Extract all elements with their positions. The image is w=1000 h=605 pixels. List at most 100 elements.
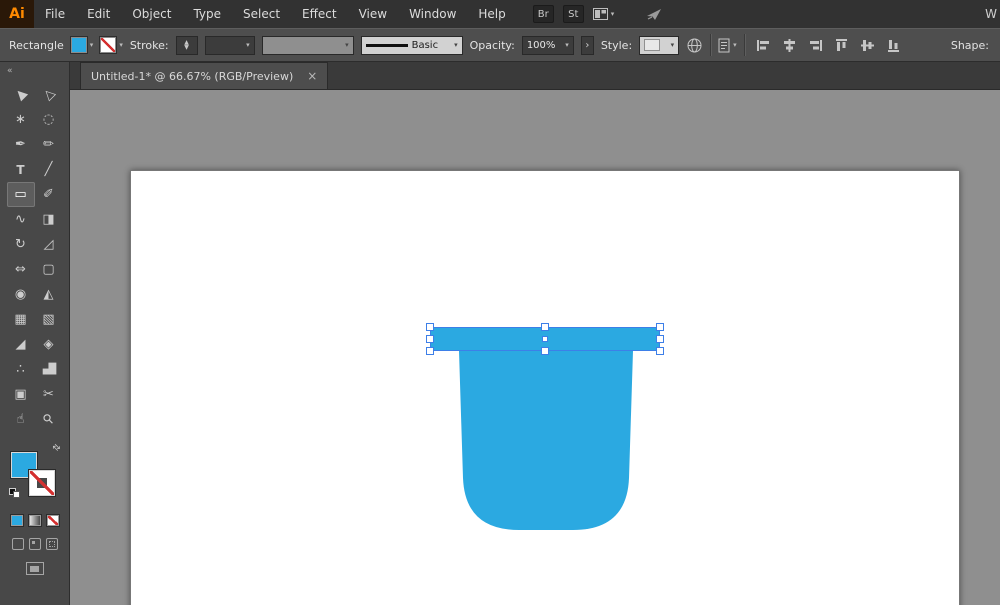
- align-horizontal-center-icon[interactable]: [782, 38, 797, 53]
- direct-selection-tool[interactable]: ▷: [35, 82, 63, 107]
- stroke-weight-stepper[interactable]: ▲ ▼: [175, 35, 198, 55]
- stroke-swatch[interactable]: [28, 470, 55, 496]
- fill-color-control[interactable]: ▾: [70, 37, 93, 53]
- style-dropdown[interactable]: ▾: [639, 35, 680, 55]
- width-profile-dropdown[interactable]: ▾: [261, 35, 354, 55]
- arrange-documents-control[interactable]: ▾: [592, 8, 614, 20]
- menu-item[interactable]: Type: [182, 0, 232, 28]
- align-vertical-bottom-icon[interactable]: [886, 38, 901, 53]
- bucket-shape[interactable]: [430, 327, 660, 530]
- stroke-color-control[interactable]: ▾: [100, 37, 123, 53]
- document-setup-control[interactable]: ▾: [718, 38, 737, 53]
- rotate-tool[interactable]: ↻: [7, 232, 35, 257]
- color-button[interactable]: [9, 514, 24, 527]
- bucket-body[interactable]: [459, 351, 633, 530]
- handle-bottom-center[interactable]: [541, 347, 549, 355]
- separator: [710, 34, 712, 56]
- artboard-tool[interactable]: ▣: [7, 382, 35, 407]
- blend-tool[interactable]: ◈: [35, 332, 63, 357]
- bridge-button[interactable]: Br: [532, 5, 554, 23]
- separator: [743, 34, 745, 56]
- handle-mid-right[interactable]: [656, 335, 664, 343]
- draw-behind-mode-button[interactable]: [28, 538, 41, 550]
- menubar-right-label: W: [985, 7, 997, 21]
- eraser-tool[interactable]: ◨: [35, 207, 63, 232]
- align-vertical-center-icon[interactable]: [860, 38, 875, 53]
- gradient-tool[interactable]: ▧: [35, 307, 63, 332]
- gpu-performance-icon[interactable]: [645, 6, 665, 22]
- rectangle-tool[interactable]: ▭: [6, 182, 35, 207]
- symbol-sprayer-tool[interactable]: ∴: [7, 357, 35, 382]
- stroke-style-dropdown[interactable]: Basic ▾: [360, 35, 463, 55]
- free-transform-tool[interactable]: ▢: [35, 257, 63, 282]
- opacity-flyout-button[interactable]: ›: [580, 35, 594, 55]
- tool-icon: ◌: [42, 112, 55, 127]
- tool-icon: ∗: [15, 112, 26, 127]
- pen-tool[interactable]: ✒: [7, 132, 35, 157]
- globe-icon[interactable]: [686, 37, 703, 54]
- width-tool[interactable]: ⇔: [7, 257, 35, 282]
- stroke-color-swatch[interactable]: [100, 37, 117, 53]
- canvas[interactable]: [70, 90, 1000, 605]
- fill-color-swatch[interactable]: [70, 37, 87, 53]
- hand-tool[interactable]: ☝: [7, 407, 35, 432]
- column-graph-tool[interactable]: ▄█: [35, 357, 63, 382]
- opacity-label: Opacity:: [469, 38, 515, 52]
- document-tab[interactable]: Untitled-1* @ 66.67% (RGB/Preview) ×: [80, 62, 329, 89]
- menu-item[interactable]: Help: [467, 0, 516, 28]
- align-horizontal-right-icon[interactable]: [808, 38, 823, 53]
- swap-fill-stroke-icon[interactable]: ⇄: [50, 442, 62, 454]
- curvature-tool[interactable]: ✏: [35, 132, 63, 157]
- magic-wand-tool[interactable]: ∗: [7, 107, 35, 132]
- align-horizontal-left-icon[interactable]: [756, 38, 771, 53]
- stroke-label: Stroke:: [129, 38, 169, 52]
- line-segment-tool[interactable]: ╱: [35, 157, 63, 182]
- menu-item[interactable]: Window: [398, 0, 467, 28]
- mesh-tool[interactable]: ▦: [7, 307, 35, 332]
- center-point-handle[interactable]: [542, 336, 548, 342]
- menu-item[interactable]: Select: [232, 0, 291, 28]
- menu-item[interactable]: View: [348, 0, 398, 28]
- zoom-tool[interactable]: ⚲: [35, 407, 63, 432]
- stroke-swatch-hole: [36, 478, 47, 488]
- draw-inside-mode-button[interactable]: [45, 538, 58, 550]
- screen-mode-button[interactable]: [25, 562, 44, 575]
- color-type-buttons: [0, 514, 69, 527]
- shape-builder-tool[interactable]: ◉: [7, 282, 35, 307]
- align-vertical-top-icon[interactable]: [834, 38, 849, 53]
- tool-icon: ✂: [43, 387, 54, 402]
- selection-tool[interactable]: ▶: [7, 82, 35, 107]
- menu-item[interactable]: Effect: [291, 0, 348, 28]
- scale-tool[interactable]: ◿: [35, 232, 63, 257]
- menu-item[interactable]: Edit: [76, 0, 121, 28]
- handle-top-center[interactable]: [541, 323, 549, 331]
- gradient-button[interactable]: [27, 514, 42, 527]
- tool-icon: ◢: [15, 337, 26, 352]
- draw-normal-mode-button[interactable]: [11, 538, 24, 550]
- slice-tool[interactable]: ✂: [35, 382, 63, 407]
- handle-top-left[interactable]: [426, 323, 434, 331]
- eyedropper-tool[interactable]: ◢: [7, 332, 35, 357]
- stock-button[interactable]: St: [562, 5, 584, 23]
- lasso-tool[interactable]: ◌: [35, 107, 63, 132]
- paintbrush-tool[interactable]: ✐: [35, 182, 63, 207]
- close-icon[interactable]: ×: [307, 69, 317, 83]
- tool-icon: ▣: [14, 387, 27, 402]
- opacity-dropdown[interactable]: 100% ▾: [521, 35, 574, 55]
- handle-bottom-right[interactable]: [656, 347, 664, 355]
- default-swatches-icon[interactable]: [8, 488, 21, 498]
- handle-bottom-left[interactable]: [426, 347, 434, 355]
- stroke-weight-dropdown[interactable]: ▾: [204, 35, 255, 55]
- type-tool[interactable]: T: [7, 157, 35, 182]
- tool-icon: ▷: [39, 85, 58, 104]
- perspective-grid-tool[interactable]: ◭: [35, 282, 63, 307]
- stepper-down-icon[interactable]: ▼: [184, 45, 189, 51]
- shaper-tool[interactable]: ∿: [7, 207, 35, 232]
- menu-item[interactable]: File: [34, 0, 76, 28]
- menu-item[interactable]: Object: [121, 0, 182, 28]
- collapse-panel-button[interactable]: «: [0, 62, 69, 78]
- handle-top-right[interactable]: [656, 323, 664, 331]
- handle-mid-left[interactable]: [426, 335, 434, 343]
- chevron-down-icon: ▾: [345, 40, 349, 49]
- none-button[interactable]: [45, 514, 60, 527]
